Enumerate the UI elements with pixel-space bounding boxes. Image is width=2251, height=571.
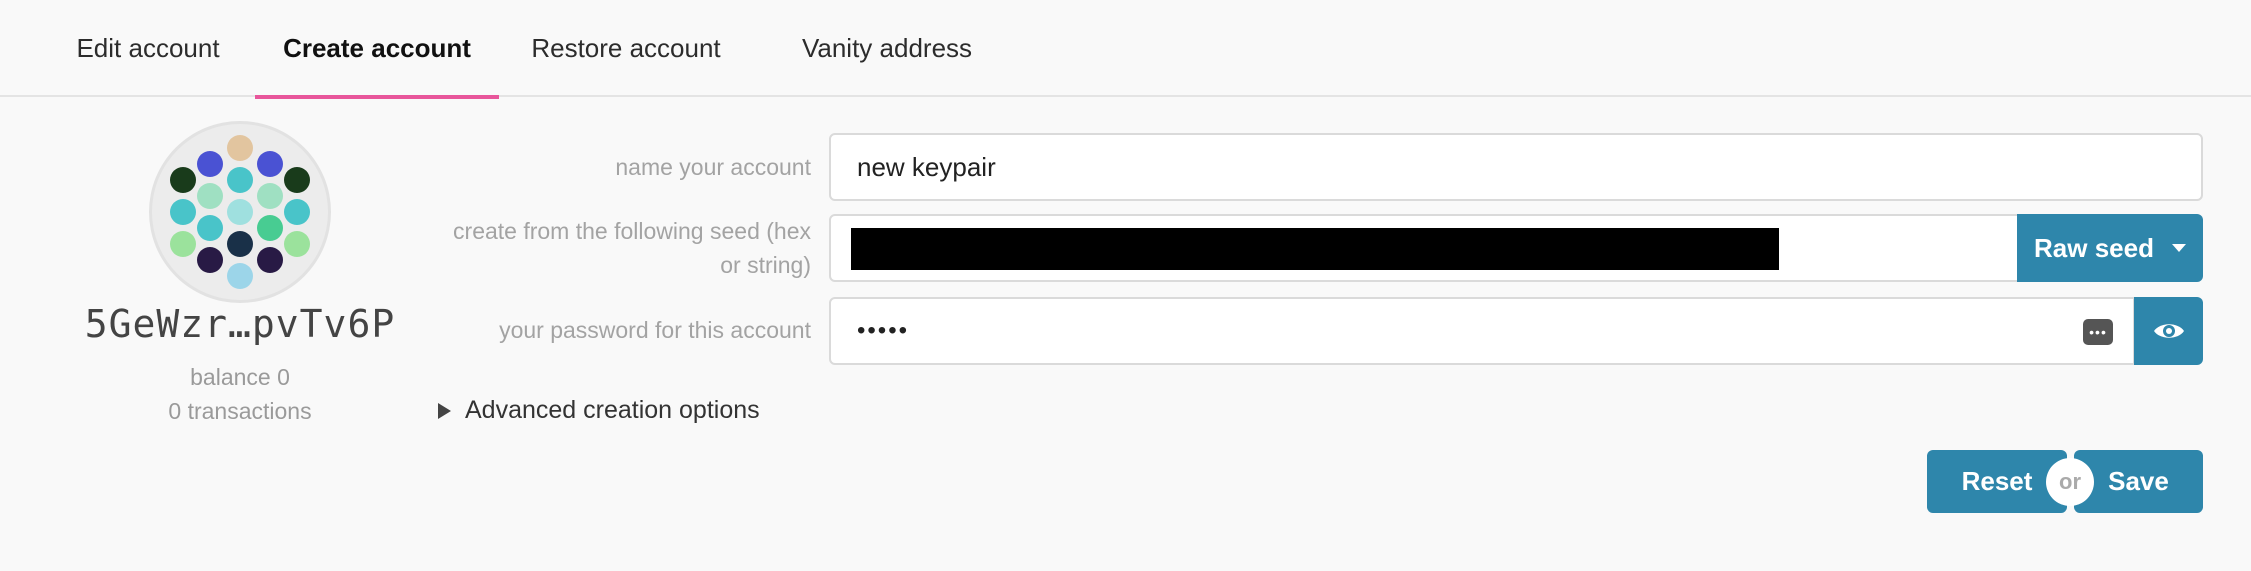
- account-name-value: new keypair: [857, 152, 996, 182]
- eye-icon: [2153, 324, 2184, 338]
- or-separator: or: [2046, 458, 2094, 506]
- identicon-dot: [227, 199, 253, 225]
- password-manager-icon[interactable]: •••: [2083, 319, 2113, 345]
- tab-create-account[interactable]: Create account: [255, 0, 499, 99]
- identicon-dot: [257, 247, 283, 273]
- identicon-dot: [227, 263, 253, 289]
- identicon-dot: [257, 151, 283, 177]
- identicon-graphic: [170, 135, 310, 289]
- account-balance: balance 0: [190, 364, 290, 390]
- name-label: name your account: [615, 154, 811, 180]
- identicon-dot: [197, 215, 223, 241]
- identicon-dot: [227, 231, 253, 257]
- seed-type-dropdown[interactable]: Raw seed: [2017, 214, 2203, 282]
- seed-label-line1: create from the following seed (hex: [453, 218, 811, 244]
- tab-edit-account[interactable]: Edit account: [55, 0, 241, 97]
- account-address: 5GeWzr…pvTv6P: [84, 302, 396, 346]
- password-input[interactable]: ••••• •••: [829, 297, 2135, 365]
- identicon-dot: [170, 167, 196, 193]
- advanced-options-label: Advanced creation options: [465, 396, 760, 424]
- identicon-dot: [197, 247, 223, 273]
- seed-redacted: [851, 228, 1779, 270]
- seed-label-line2: or string): [720, 252, 811, 278]
- identicon-dot: [227, 135, 253, 161]
- account-name-input[interactable]: new keypair: [829, 133, 2203, 201]
- toggle-password-visibility-button[interactable]: [2134, 297, 2203, 365]
- identicon-dot: [284, 167, 310, 193]
- identicon-dot: [284, 199, 310, 225]
- account-identicon[interactable]: [152, 124, 328, 300]
- seed-type-label: Raw seed: [2034, 232, 2154, 263]
- password-value: •••••: [857, 317, 910, 344]
- seed-input[interactable]: [829, 214, 2019, 282]
- seed-label: create from the following seed (hex or s…: [453, 214, 811, 282]
- identicon-dot: [170, 199, 196, 225]
- identicon-dot: [284, 231, 310, 257]
- identicon-dot: [170, 231, 196, 257]
- tab-vanity-address[interactable]: Vanity address: [782, 0, 992, 97]
- identicon-dot: [197, 183, 223, 209]
- account-transactions: 0 transactions: [168, 398, 312, 424]
- identicon-dot: [257, 183, 283, 209]
- chevron-down-icon: [2171, 244, 2186, 252]
- password-label: your password for this account: [499, 317, 811, 343]
- identicon-dot: [227, 167, 253, 193]
- expand-triangle-icon: [438, 402, 451, 419]
- identicon-dot: [257, 215, 283, 241]
- identicon-dot: [197, 151, 223, 177]
- account-tabs: Edit account Create account Restore acco…: [0, 0, 2251, 99]
- tab-restore-account[interactable]: Restore account: [510, 0, 742, 97]
- advanced-options-toggle[interactable]: Advanced creation options: [438, 396, 760, 425]
